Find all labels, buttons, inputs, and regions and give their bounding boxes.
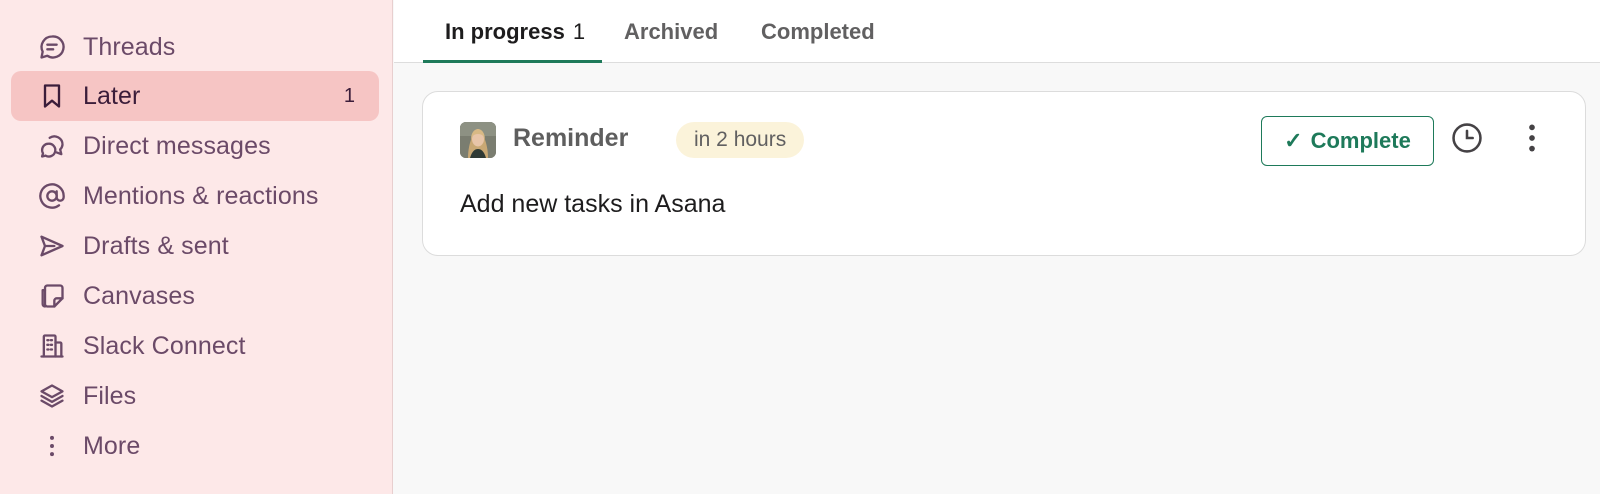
tab-archived[interactable]: Archived <box>624 0 718 63</box>
layers-icon <box>37 381 67 411</box>
tab-label: Completed <box>761 18 875 44</box>
sidebar-item-label: Threads <box>83 32 176 61</box>
at-sign-icon <box>37 181 67 211</box>
complete-button-label: Complete <box>1310 128 1411 153</box>
reminder-card[interactable]: Reminder in 2 hours ✓ Complete Add new t… <box>422 91 1586 256</box>
reminder-text: Add new tasks in Asana <box>460 190 726 218</box>
tab-count: 1 <box>572 18 586 44</box>
bookmark-icon <box>37 81 67 111</box>
sidebar-item-label: Files <box>83 381 137 410</box>
threads-icon <box>37 32 67 62</box>
main-panel: In progress 1 Archived Completed Reminde… <box>394 0 1600 494</box>
sidebar: Threads Later 1 Direct messages Mentions… <box>0 0 393 494</box>
complete-button[interactable]: ✓ Complete <box>1261 116 1434 166</box>
sidebar-item-count: 1 <box>343 84 355 107</box>
building-icon <box>37 331 67 361</box>
canvas-icon <box>37 281 67 311</box>
sidebar-item-label: Drafts & sent <box>83 231 229 260</box>
sidebar-item-mentions-reactions[interactable]: Mentions & reactions <box>11 171 379 221</box>
sidebar-item-label: Mentions & reactions <box>83 181 319 210</box>
sidebar-item-later[interactable]: Later 1 <box>11 71 379 121</box>
sidebar-item-drafts-sent[interactable]: Drafts & sent <box>11 221 379 271</box>
more-vertical-icon <box>1515 121 1549 160</box>
sidebar-item-threads[interactable]: Threads <box>11 22 379 72</box>
due-time-badge: in 2 hours <box>676 122 805 158</box>
check-icon: ✓ <box>1284 128 1303 153</box>
tab-completed[interactable]: Completed <box>761 0 875 63</box>
tab-label: In progress <box>445 18 565 44</box>
tab-in-progress[interactable]: In progress 1 <box>445 0 585 63</box>
sidebar-item-files[interactable]: Files <box>11 371 379 421</box>
snooze-clock-button[interactable] <box>1449 122 1485 158</box>
sidebar-item-label: More <box>83 431 141 460</box>
reminder-title: Reminder <box>513 124 629 152</box>
sidebar-item-more[interactable]: More <box>11 421 379 471</box>
active-tab-indicator <box>423 60 602 63</box>
sidebar-item-label: Slack Connect <box>83 331 246 360</box>
sidebar-item-canvases[interactable]: Canvases <box>11 271 379 321</box>
sidebar-item-label: Direct messages <box>83 131 271 160</box>
sidebar-item-label: Later <box>83 81 141 110</box>
tab-bar: In progress 1 Archived Completed <box>394 0 1600 63</box>
sidebar-item-label: Canvases <box>83 281 195 310</box>
sidebar-item-slack-connect[interactable]: Slack Connect <box>11 321 379 371</box>
clock-icon <box>1450 121 1484 160</box>
more-vertical-icon <box>37 431 67 461</box>
direct-messages-icon <box>37 131 67 161</box>
avatar <box>460 122 496 158</box>
sidebar-item-direct-messages[interactable]: Direct messages <box>11 121 379 171</box>
tab-label: Archived <box>624 18 719 44</box>
more-actions-button[interactable] <box>1514 122 1550 158</box>
send-icon <box>37 231 67 261</box>
